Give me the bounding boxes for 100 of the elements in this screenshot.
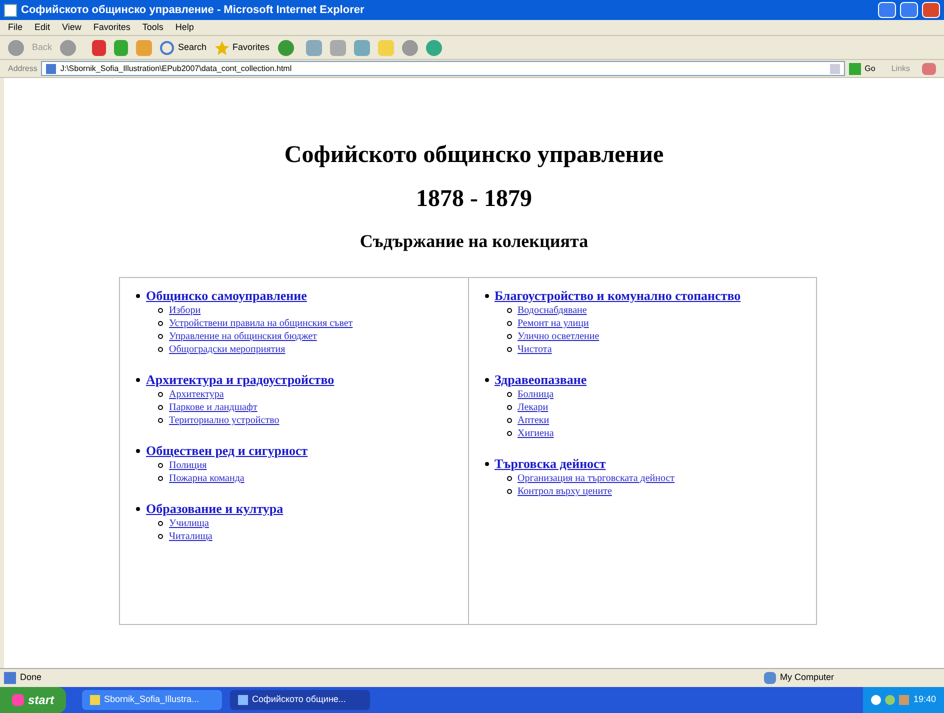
menu-item[interactable]: Tools (142, 20, 164, 34)
item-link[interactable]: Ремонт на улици (518, 317, 589, 330)
search-button[interactable]: Search (160, 40, 207, 54)
messenger-button[interactable] (402, 40, 418, 56)
circle-bullet-icon (158, 476, 163, 481)
circle-bullet-icon (158, 392, 163, 397)
section-link[interactable]: Обществен ред и сигурност (146, 443, 308, 459)
menu-item[interactable]: File (8, 20, 23, 34)
section-link[interactable]: Общинско самоуправление (146, 288, 307, 304)
circle-bullet-icon (506, 418, 512, 423)
go-button[interactable]: Go (848, 62, 876, 74)
item-link[interactable]: Избори (169, 304, 201, 317)
item-link[interactable]: Пожарна команда (169, 472, 244, 485)
taskbar-button[interactable]: Sbornik_Sofia_Illustra... (82, 690, 222, 710)
refresh-button[interactable] (114, 40, 128, 56)
status-text: Done (20, 671, 43, 684)
subtitle: Съдържание на колекцията (360, 230, 588, 253)
page-icon (46, 64, 56, 74)
search-icon (160, 40, 174, 54)
taskbar-button[interactable]: Софийското общине... (230, 690, 370, 710)
circle-bullet-icon (506, 321, 512, 326)
folder-button[interactable] (378, 40, 394, 56)
item-link[interactable]: Болница (518, 388, 554, 401)
circle-bullet-icon (158, 308, 163, 313)
favorites-button[interactable]: Favorites (214, 40, 270, 54)
menu-item[interactable]: Help (175, 20, 194, 34)
menu-item[interactable]: View (62, 20, 82, 34)
circle-bullet-icon (506, 392, 512, 397)
circle-bullet-icon (158, 521, 163, 526)
address-field[interactable]: J:\Sbornik_Sofia_Illustration\EPub2007\data_cont_collection.html (41, 61, 845, 76)
address-label: Address (8, 62, 38, 74)
bullet-icon (484, 378, 488, 382)
item-link[interactable]: Контрол върху цените (518, 485, 612, 498)
dropdown-icon (830, 64, 840, 74)
section-link[interactable]: Благоустройство и комунално стопанство (494, 288, 741, 304)
section-link[interactable]: Образование и култура (146, 501, 284, 517)
item-link[interactable]: Аптеки (518, 414, 550, 427)
bullet-icon (136, 378, 140, 382)
item-link[interactable]: Хигиена (518, 427, 554, 440)
start-button[interactable]: start (0, 687, 66, 713)
bullet-icon (136, 507, 140, 511)
item-link[interactable]: Чистота (518, 343, 552, 356)
circle-bullet-icon (158, 534, 163, 539)
star-icon (214, 40, 229, 54)
circle-bullet-icon (506, 476, 512, 481)
bullet-icon (136, 294, 140, 298)
clock: 19:40 (913, 693, 936, 706)
forward-button[interactable] (60, 40, 76, 56)
circle-bullet-icon (506, 489, 512, 494)
window-title: Софийското общинско управление - Microsoft Internet Explorer (21, 2, 366, 18)
computer-icon (764, 672, 776, 684)
page-icon (238, 695, 248, 705)
item-link[interactable]: Паркове и ландшафт (169, 401, 258, 414)
section-link[interactable]: Търговска дейност (494, 456, 606, 472)
item-link[interactable]: Устройствени правила на общинския съвет (169, 317, 353, 330)
print-button[interactable] (330, 40, 346, 56)
item-link[interactable]: Архитектура (169, 388, 224, 401)
ie-page-icon (4, 4, 17, 16)
item-link[interactable]: Читалища (169, 530, 212, 543)
circle-bullet-icon (158, 334, 163, 339)
circle-bullet-icon (506, 334, 512, 339)
circle-bullet-icon (158, 347, 163, 352)
item-link[interactable]: Улично осветление (518, 330, 600, 343)
menu-item[interactable]: Edit (34, 20, 50, 34)
circle-bullet-icon (158, 405, 163, 410)
minimize-button[interactable] (878, 2, 896, 18)
item-link[interactable]: Общоградски мероприятия (169, 343, 286, 356)
item-link[interactable]: Училища (169, 517, 209, 530)
circle-bullet-icon (158, 418, 163, 423)
menu-item[interactable]: Favorites (93, 20, 130, 34)
history-button[interactable] (278, 40, 294, 56)
maximize-button[interactable] (900, 2, 918, 18)
circle-bullet-icon (158, 463, 163, 468)
tray-icon[interactable] (871, 695, 882, 705)
item-link[interactable]: Полиция (169, 459, 207, 472)
circle-bullet-icon (506, 431, 512, 436)
people-button[interactable] (426, 40, 442, 56)
bullet-icon (136, 449, 140, 453)
page-icon (4, 672, 16, 684)
toolbar-icon[interactable] (922, 62, 936, 74)
section-link[interactable]: Здравеопазване (494, 372, 587, 388)
item-link[interactable]: Организация на търговската дейност (518, 472, 675, 485)
tray-icon[interactable] (899, 695, 910, 705)
mail-button[interactable] (306, 40, 322, 56)
circle-bullet-icon (506, 308, 512, 313)
circle-bullet-icon (506, 347, 512, 352)
circle-bullet-icon (506, 405, 512, 410)
edit-button[interactable] (354, 40, 370, 56)
item-link[interactable]: Териториално устройство (169, 414, 280, 427)
item-link[interactable]: Лекари (518, 401, 548, 414)
circle-bullet-icon (158, 321, 163, 326)
stop-button[interactable] (92, 40, 106, 56)
home-button[interactable] (136, 40, 152, 56)
page-heading: Софийското общинско управление (284, 141, 664, 170)
section-link[interactable]: Архитектура и градоустройство (146, 372, 334, 388)
close-button[interactable] (922, 2, 940, 18)
item-link[interactable]: Водоснабдяване (518, 304, 587, 317)
item-link[interactable]: Управление на общинския бюджет (169, 330, 317, 343)
tray-icon[interactable] (885, 695, 896, 705)
years-heading: 1878 - 1879 (416, 185, 532, 214)
